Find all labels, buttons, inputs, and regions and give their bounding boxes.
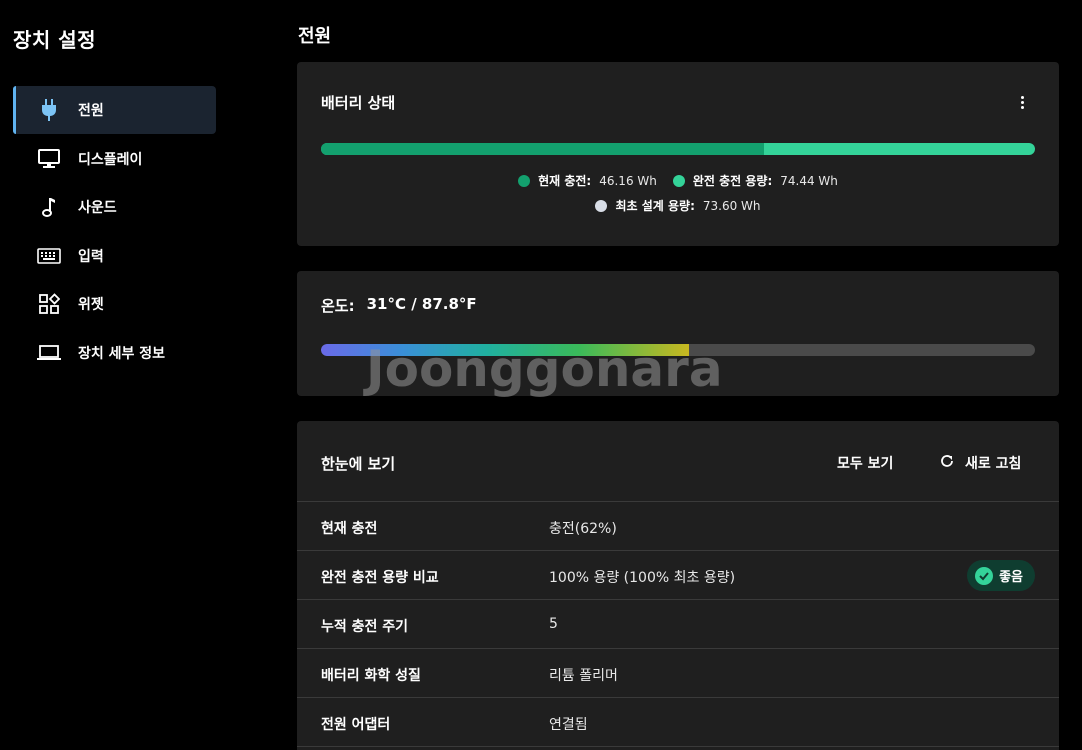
temperature-heading: 온도: 31°C / 87.8°F — [321, 295, 477, 316]
table-row: 배터리 화학 성질 리튬 폴리머 — [297, 649, 1059, 698]
glance-rows: 현재 충전 충전(62%) 완전 충전 용량 비교 100% 용량 (100% … — [297, 502, 1059, 747]
power-plug-icon — [37, 98, 61, 122]
row-key: 전원 어댑터 — [321, 717, 391, 733]
sidebar-item-display[interactable]: 디스플레이 — [13, 135, 216, 183]
sidebar-item-label: 장치 세부 정보 — [78, 345, 166, 362]
battery-capacity-bar — [321, 143, 1035, 155]
sidebar-item-label: 디스플레이 — [78, 151, 143, 168]
legend-dot — [518, 174, 531, 187]
widgets-icon — [37, 292, 61, 316]
sidebar-item-label: 전원 — [78, 103, 104, 119]
battery-legend-row: 최초 설계 용량: 73.60 Wh — [297, 197, 1059, 214]
row-value: 연결됨 — [549, 717, 588, 733]
music-note-icon — [37, 195, 61, 219]
sidebar-item-widgets[interactable]: 위젯 — [13, 280, 216, 328]
sidebar-item-label: 입력 — [78, 248, 104, 265]
row-key: 현재 충전 — [321, 521, 378, 537]
app-title: 장치 설정 — [13, 28, 97, 52]
temperature-label: 온도: — [321, 297, 355, 315]
temperature-bar — [321, 344, 1035, 356]
battery-card-title: 배터리 상태 — [321, 94, 396, 112]
table-row: 현재 충전 충전(62%) — [297, 502, 1059, 551]
laptop-icon — [37, 341, 61, 365]
refresh-label: 새로 고침 — [965, 456, 1022, 472]
page-title: 전원 — [298, 26, 332, 47]
keyboard-icon — [37, 244, 61, 268]
temperature-card: 온도: 31°C / 87.8°F — [297, 271, 1059, 396]
row-value: 리튬 폴리머 — [549, 668, 618, 684]
view-all-button[interactable]: 모두 보기 — [837, 453, 893, 473]
sidebar-item-input[interactable]: 입력 — [13, 232, 216, 280]
table-row: 완전 충전 용량 비교 100% 용량 (100% 최초 용량) 좋음 — [297, 551, 1059, 600]
check-circle-icon — [975, 566, 994, 585]
sidebar-item-label: 위젯 — [78, 297, 104, 314]
temperature-value: 31°C / 87.8°F — [366, 295, 477, 313]
row-key: 누적 충전 주기 — [321, 619, 409, 635]
sidebar-item-label: 사운드 — [78, 200, 117, 217]
glance-header: 한눈에 보기 모두 보기 새로 고침 — [297, 421, 1059, 502]
legend-value: 74.44 Wh — [780, 173, 838, 188]
sidebar-item-device-details[interactable]: 장치 세부 정보 — [13, 329, 216, 377]
badge-label: 좋음 — [999, 570, 1023, 585]
row-key: 완전 충전 용량 비교 — [321, 570, 439, 586]
legend-key: 최초 설계 용량: — [615, 199, 695, 213]
battery-charge-fill — [321, 143, 764, 155]
legend-key: 완전 충전 용량: — [692, 174, 773, 188]
status-badge: 좋음 — [967, 560, 1035, 591]
row-value: 5 — [549, 616, 558, 632]
legend-value: 46.16 Wh — [599, 173, 657, 188]
sidebar-nav: 전원 디스플레이 사운드 입력 위젯 장치 세부 정보 — [13, 86, 216, 378]
refresh-button[interactable]: 새로 고침 — [939, 453, 1021, 473]
legend-dot — [595, 199, 608, 212]
legend-value: 73.60 Wh — [702, 198, 761, 213]
temperature-fill — [321, 344, 690, 356]
monitor-icon — [37, 147, 61, 171]
battery-status-card: 배터리 상태 현재 충전: 46.16 Wh 완전 충전 용량: 74.44 W… — [297, 62, 1059, 246]
more-options-icon[interactable] — [1015, 94, 1029, 110]
sidebar-item-power[interactable]: 전원 — [13, 86, 216, 134]
legend-full-charge-capacity: 완전 충전 용량: 74.44 Wh — [672, 172, 838, 189]
row-value: 100% 용량 (100% 최초 용량) — [549, 570, 736, 586]
battery-legend-row: 현재 충전: 46.16 Wh 완전 충전 용량: 74.44 Wh — [297, 172, 1059, 189]
legend-design-capacity: 최초 설계 용량: 73.60 Wh — [595, 197, 761, 214]
legend-current-charge: 현재 충전: 46.16 Wh — [518, 172, 657, 189]
sidebar: 장치 설정 전원 디스플레이 사운드 입력 위젯 장치 세부 정보 — [0, 0, 230, 750]
row-value: 충전(62%) — [549, 521, 617, 537]
sidebar-item-sound[interactable]: 사운드 — [13, 183, 216, 231]
at-a-glance-card: 한눈에 보기 모두 보기 새로 고침 현재 충전 충전(62%) 완전 충전 용… — [297, 421, 1059, 750]
legend-key: 현재 충전: — [538, 174, 592, 188]
table-row: 누적 충전 주기 5 — [297, 600, 1059, 649]
table-row: 전원 어댑터 연결됨 — [297, 698, 1059, 747]
glance-title: 한눈에 보기 — [321, 455, 396, 473]
refresh-icon — [939, 453, 955, 473]
legend-dot — [672, 174, 685, 187]
row-key: 배터리 화학 성질 — [321, 668, 421, 684]
settings-window: 장치 설정 전원 디스플레이 사운드 입력 위젯 장치 세부 정보 전원 배터리… — [0, 0, 1082, 750]
